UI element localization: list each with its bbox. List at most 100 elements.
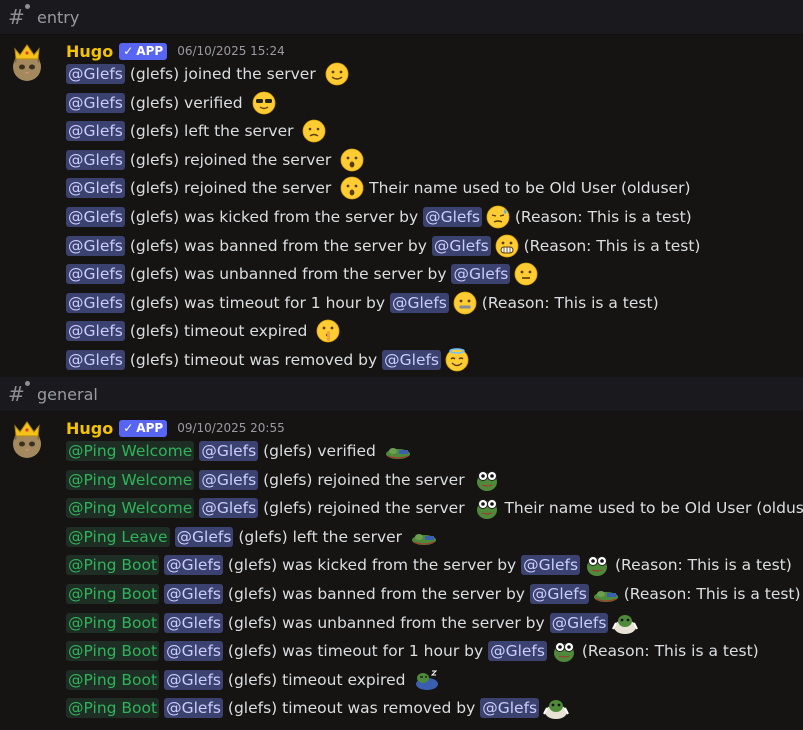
channel-name: general — [37, 384, 98, 404]
pepe-angel-icon — [543, 700, 570, 720]
user-mention[interactable]: @Glefs — [66, 92, 125, 113]
user-mention[interactable]: @Glefs — [174, 526, 234, 547]
message-text: (glefs) was timeout for 1 hour by — [222, 642, 489, 661]
message-line: @Glefs (glefs) timeout was removed by @G… — [66, 346, 469, 374]
user-mention[interactable]: @Glefs — [431, 235, 491, 256]
message-text: (glefs) was kicked from the server by — [124, 208, 424, 226]
pepe-eyes-icon — [476, 470, 497, 491]
pepe-lying-icon — [385, 448, 410, 459]
halo-face-icon — [445, 348, 469, 372]
message-text: (glefs) rejoined the server — [124, 179, 337, 198]
message-line: @Glefs (glefs) was kicked from the serve… — [66, 203, 692, 231]
user-mention[interactable]: @Glefs — [451, 264, 511, 285]
pepe-angel-icon — [612, 614, 639, 634]
pepe-eyes-icon — [587, 556, 608, 577]
user-mention[interactable]: @Glefs — [382, 350, 442, 370]
user-mention[interactable]: @Glefs — [164, 698, 223, 719]
pepe-lying-icon — [411, 533, 436, 545]
message-text: (glefs) was timeout for 1 hour by — [124, 293, 390, 312]
user-mention[interactable]: @Glefs — [164, 584, 223, 604]
role-mention[interactable]: @Ping Welcome — [66, 469, 195, 490]
user-mention[interactable]: @Glefs — [66, 178, 125, 199]
message-line: @Glefs (glefs) was banned from the serve… — [66, 232, 700, 260]
message-line: @Glefs (glefs) verified — [66, 89, 276, 117]
message-text: (glefs) rejoined the server — [124, 150, 337, 169]
user-mention[interactable]: @Glefs — [529, 584, 589, 604]
message-line: @Ping Boot @Glefs (glefs) was unbanned fr… — [66, 609, 639, 637]
user-mention[interactable]: @Glefs — [66, 350, 125, 370]
user-mention[interactable]: @Glefs — [164, 612, 223, 633]
downcast-sweat-face-icon — [486, 205, 510, 229]
message-text: (glefs) timeout expired — [124, 322, 313, 341]
role-mention[interactable]: @Ping Boot — [66, 641, 160, 662]
message-group-general: Hugo ✓ APP 09/10/2025 20:55 @Ping Welcome… — [0, 412, 803, 730]
user-mention[interactable]: @Glefs — [549, 612, 609, 633]
user-mention[interactable]: @Glefs — [199, 441, 259, 461]
message-line: @Glefs (glefs) rejoined the server — [66, 146, 364, 174]
message-line: @Glefs (glefs) joined the server — [66, 60, 349, 88]
slightly-smiling-face-icon — [325, 62, 349, 86]
user-mention[interactable]: @Glefs — [66, 207, 125, 227]
role-mention[interactable]: @Ping Boot — [66, 669, 160, 690]
avatar-cat-crown-icon[interactable] — [8, 41, 46, 81]
message-line: @Glefs (glefs) was unbanned from the ser… — [66, 260, 538, 288]
user-mention[interactable]: @Glefs — [164, 555, 223, 576]
user-mention[interactable]: @Glefs — [164, 669, 223, 690]
author-name[interactable]: Hugo — [66, 42, 113, 61]
user-mention[interactable]: @Glefs — [66, 292, 125, 313]
user-mention[interactable]: @Glefs — [66, 121, 125, 142]
user-mention[interactable]: @Glefs — [66, 321, 125, 342]
user-mention[interactable]: @Glefs — [66, 64, 125, 84]
role-mention[interactable]: @Ping Welcome — [66, 441, 195, 461]
user-mention[interactable]: @Glefs — [66, 264, 125, 285]
message-line: @Ping Welcome @Glefs (glefs) rejoined the… — [66, 494, 803, 522]
message-text: Their name used to be Old User (olduser) — [364, 179, 691, 198]
message-text: (glefs) timeout was removed by — [124, 351, 383, 369]
role-mention[interactable]: @Ping Boot — [66, 555, 160, 576]
user-mention[interactable]: @Glefs — [389, 292, 449, 313]
user-mention[interactable]: @Glefs — [66, 235, 125, 256]
user-mention[interactable]: @Glefs — [66, 149, 125, 170]
message-group-entry: Hugo ✓ APP 06/10/2025 15:24 @Glefs (glefs… — [0, 35, 803, 377]
user-mention[interactable]: @Glefs — [164, 641, 223, 662]
message-header: Hugo ✓ APP 09/10/2025 20:55 — [66, 418, 285, 438]
user-mention[interactable]: @Glefs — [488, 641, 547, 662]
role-mention[interactable]: @Ping Boot — [66, 584, 160, 604]
message-line: @Glefs (glefs) left the server — [66, 117, 326, 145]
message-line: @Ping Boot @Glefs (glefs) was timeout for… — [66, 637, 759, 665]
message-text: (glefs) left the server — [124, 122, 299, 141]
open-mouth-face-icon — [340, 148, 364, 172]
message-text: (Reason: This is a test) — [509, 208, 692, 226]
role-mention[interactable]: @Ping Boot — [66, 612, 160, 633]
user-mention[interactable]: @Glefs — [521, 555, 581, 576]
message-text: (glefs) rejoined the server — [258, 499, 470, 518]
message-line: @Glefs (glefs) rejoined the server Their… — [66, 174, 691, 202]
app-badge: ✓ APP — [119, 419, 168, 437]
user-mention[interactable]: @Glefs — [423, 207, 482, 227]
user-mention[interactable]: @Glefs — [199, 498, 259, 519]
user-mention[interactable]: @Glefs — [199, 469, 259, 490]
message-text: (Reason: This is a test) — [610, 556, 792, 575]
message-text: (glefs) was banned from the server by — [124, 236, 432, 255]
author-name[interactable]: Hugo — [66, 419, 113, 438]
shushing-face-icon — [316, 319, 340, 343]
role-mention[interactable]: @Ping Welcome — [66, 498, 195, 519]
user-mention[interactable]: @Glefs — [480, 698, 540, 719]
role-mention[interactable]: @Ping Leave — [66, 526, 170, 547]
message-line: @Ping Welcome @Glefs (glefs) rejoined the… — [66, 466, 500, 494]
app-badge: ✓ APP — [119, 42, 168, 60]
channel-header-general[interactable]: # general — [0, 377, 803, 412]
message-header: Hugo ✓ APP 06/10/2025 15:24 — [66, 41, 285, 61]
avatar-cat-crown-icon[interactable] — [8, 418, 46, 458]
message-text: (glefs) joined the server — [124, 65, 321, 83]
role-mention[interactable]: @Ping Boot — [66, 698, 160, 719]
channel-hash-icon: # — [8, 381, 30, 406]
message-line: @Glefs (glefs) timeout expired — [66, 317, 340, 345]
channel-header-entry[interactable]: # entry — [0, 0, 803, 35]
pepe-lying-icon — [593, 591, 618, 602]
message-text: (glefs) rejoined the server — [258, 470, 470, 489]
zipper-mouth-face-icon — [453, 291, 477, 315]
message-text: (glefs) verified — [124, 93, 248, 112]
message-text: (Reason: This is a test) — [576, 642, 759, 661]
pepe-eyes-icon — [476, 499, 497, 520]
